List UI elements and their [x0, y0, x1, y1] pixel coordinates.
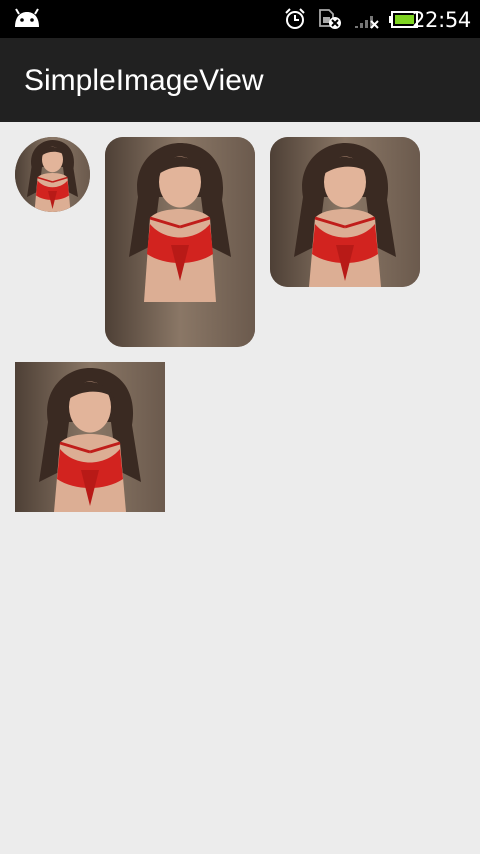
sim-card-error-icon	[318, 8, 342, 35]
rounded-square-image[interactable]	[270, 137, 420, 287]
circle-image[interactable]	[15, 137, 90, 212]
app-title: SimpleImageView	[24, 64, 264, 97]
alarm-icon	[284, 8, 306, 35]
signal-no-service-icon	[354, 11, 380, 34]
status-bar: 22:54	[0, 0, 480, 38]
action-bar: SimpleImageView	[0, 38, 480, 122]
rounded-tall-image[interactable]	[105, 137, 255, 347]
android-icon	[12, 7, 42, 36]
image-grid	[0, 122, 480, 854]
status-time: 22:54	[411, 8, 471, 32]
square-image[interactable]	[15, 362, 165, 512]
